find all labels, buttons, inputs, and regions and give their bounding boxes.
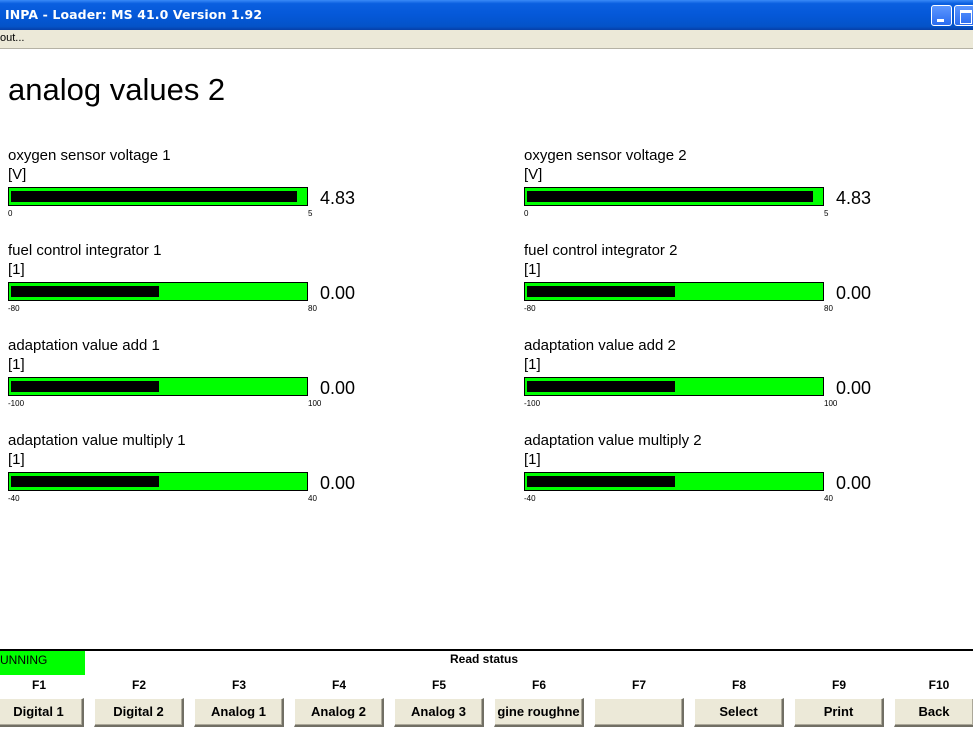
gauge-bar <box>8 282 308 301</box>
menu-bar: out... <box>0 30 973 49</box>
gauge-min: -100 <box>524 399 541 408</box>
gauge-value: 0.00 <box>320 473 356 493</box>
gauge-max: 5 <box>308 209 313 218</box>
gauge-unit: [1] <box>8 356 25 373</box>
gauge-unit: [1] <box>524 261 541 278</box>
gauge-label: oxygen sensor voltage 1 <box>8 147 171 164</box>
gauge-adaptation-add-1: adaptation value add 1 [1] 0.00 -100 100 <box>8 337 388 417</box>
gauge-fill <box>11 191 297 202</box>
gauge-value: 0.00 <box>836 378 872 398</box>
gauge-max: 80 <box>824 304 833 313</box>
gauge-fill <box>527 286 675 297</box>
gauge-min: -80 <box>8 304 20 313</box>
fkey-label-f9: F9 <box>831 678 846 692</box>
gauge-fill <box>527 476 675 487</box>
gauge-bar <box>524 472 824 491</box>
gauge-bar <box>524 187 824 206</box>
fkey-label-f4: F4 <box>331 678 346 692</box>
fkey-label-f7: F7 <box>631 678 646 692</box>
gauge-min: -100 <box>8 399 25 408</box>
window-titlebar[interactable]: INPA - Loader: MS 41.0 Version 1.92 <box>0 0 973 30</box>
engine-roughness-button[interactable]: gine roughne <box>494 698 584 727</box>
gauge-min: 0 <box>8 209 13 218</box>
gauge-adaptation-multiply-2: adaptation value multiply 2 [1] 0.00 -40… <box>524 432 904 512</box>
gauge-value: 0.00 <box>320 378 356 398</box>
gauge-unit: [V] <box>8 166 27 183</box>
gauge-bar <box>524 377 824 396</box>
fkey-label-f1: F1 <box>31 678 46 692</box>
gauge-adaptation-multiply-1: adaptation value multiply 1 [1] 0.00 -40… <box>8 432 388 512</box>
fkey-label-f3: F3 <box>231 678 246 692</box>
gauge-max: 40 <box>824 494 833 503</box>
fkey-label-f2: F2 <box>131 678 146 692</box>
gauge-bar <box>8 187 308 206</box>
gauge-unit: [1] <box>8 451 25 468</box>
gauge-value: 0.00 <box>836 283 872 303</box>
gauge-min: -40 <box>8 494 20 503</box>
gauge-min: -80 <box>524 304 536 313</box>
menu-item-about[interactable]: out... <box>0 32 24 44</box>
gauge-max: 40 <box>308 494 317 503</box>
gauge-value: 4.83 <box>836 188 872 208</box>
window-title: INPA - Loader: MS 41.0 Version 1.92 <box>5 7 263 22</box>
gauge-fill <box>11 286 159 297</box>
gauge-label: oxygen sensor voltage 2 <box>524 147 687 164</box>
gauge-adaptation-add-2: adaptation value add 2 [1] 0.00 -100 100 <box>524 337 904 417</box>
gauge-max: 100 <box>824 399 838 408</box>
gauge-max: 100 <box>308 399 322 408</box>
gauge-label: fuel control integrator 2 <box>524 242 678 259</box>
gauge-unit: [V] <box>524 166 543 183</box>
analog-1-button[interactable]: Analog 1 <box>194 698 284 727</box>
fkey-label-f10: F10 <box>928 678 950 692</box>
gauge-max: 5 <box>824 209 829 218</box>
fkey-label-f6: F6 <box>531 678 546 692</box>
fkey-label-f8: F8 <box>731 678 746 692</box>
maximize-button[interactable] <box>954 5 973 26</box>
gauge-value: 0.00 <box>836 473 872 493</box>
fkey-label-f5: F5 <box>431 678 446 692</box>
gauge-fill <box>527 191 813 202</box>
gauge-label: fuel control integrator 1 <box>8 242 162 259</box>
status-running-indicator: UNNING <box>0 651 85 675</box>
minimize-button[interactable] <box>931 5 952 26</box>
gauge-bar <box>8 472 308 491</box>
select-button[interactable]: Select <box>694 698 784 727</box>
gauge-value: 0.00 <box>320 283 356 303</box>
gauge-fuel-control-integrator-1: fuel control integrator 1 [1] 0.00 -80 8… <box>8 242 388 322</box>
digital-1-button[interactable]: Digital 1 <box>0 698 84 727</box>
gauge-fill <box>11 476 159 487</box>
gauge-oxygen-sensor-1: oxygen sensor voltage 1 [V] 4.83 0 5 <box>8 147 388 227</box>
gauge-min: -40 <box>524 494 536 503</box>
gauge-unit: [1] <box>524 451 541 468</box>
digital-2-button[interactable]: Digital 2 <box>94 698 184 727</box>
gauge-oxygen-sensor-2: oxygen sensor voltage 2 [V] 4.83 0 5 <box>524 147 904 227</box>
analog-3-button[interactable]: Analog 3 <box>394 698 484 727</box>
gauge-bar <box>524 282 824 301</box>
status-divider <box>0 649 973 651</box>
gauge-min: 0 <box>524 209 529 218</box>
analog-2-button[interactable]: Analog 2 <box>294 698 384 727</box>
f7-empty-button[interactable] <box>594 698 684 727</box>
gauge-fill <box>527 381 675 392</box>
gauge-fuel-control-integrator-2: fuel control integrator 2 [1] 0.00 -80 8… <box>524 242 904 322</box>
gauge-unit: [1] <box>524 356 541 373</box>
gauge-label: adaptation value multiply 1 <box>8 432 186 449</box>
page-title: analog values 2 <box>8 72 226 107</box>
print-button[interactable]: Print <box>794 698 884 727</box>
gauge-label: adaptation value add 2 <box>524 337 676 354</box>
gauge-label: adaptation value add 1 <box>8 337 160 354</box>
gauge-unit: [1] <box>8 261 25 278</box>
gauge-fill <box>11 381 159 392</box>
gauge-label: adaptation value multiply 2 <box>524 432 702 449</box>
gauge-bar <box>8 377 308 396</box>
gauge-value: 4.83 <box>320 188 356 208</box>
back-button[interactable]: Back <box>894 698 973 727</box>
gauge-max: 80 <box>308 304 317 313</box>
status-text: Read status <box>450 652 519 666</box>
